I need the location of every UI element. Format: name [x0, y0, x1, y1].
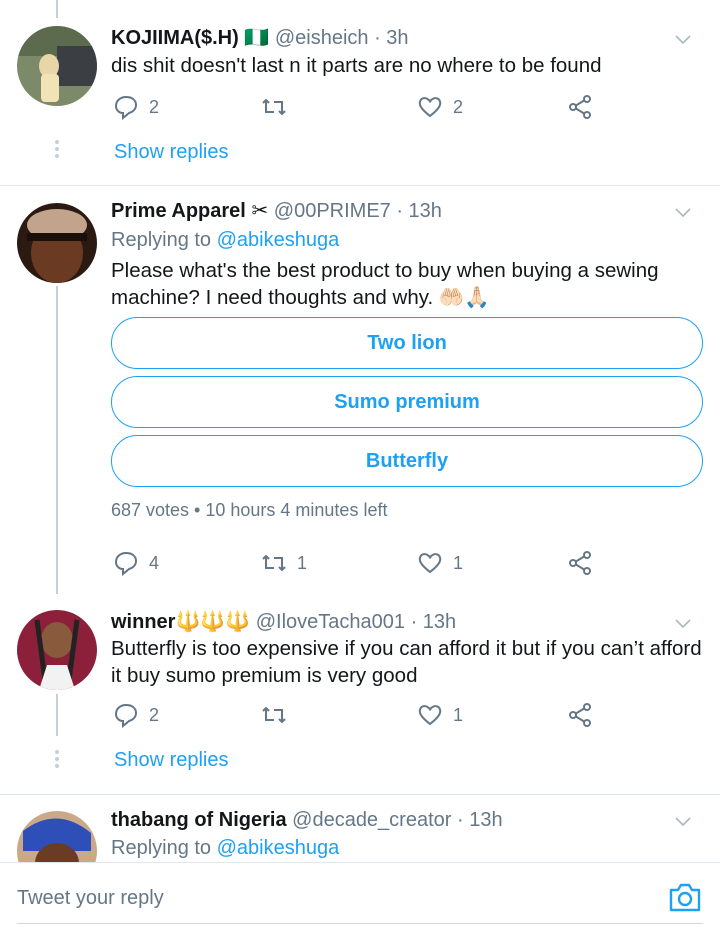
- tweet-time: · 13h: [410, 611, 457, 633]
- scissors-emoji: ✂: [251, 200, 269, 222]
- reply-button[interactable]: 4: [113, 548, 159, 578]
- tweet-time: · 3h: [374, 27, 409, 49]
- thread-line: [56, 0, 58, 18]
- replying-to: Replying to @abikeshuga: [111, 226, 339, 254]
- reply-count: 2: [149, 704, 160, 725]
- author-name[interactable]: thabang of Nigeria: [111, 809, 287, 831]
- input-underline: [17, 923, 703, 924]
- caret-down-icon[interactable]: [674, 812, 692, 830]
- retweet-icon: [262, 706, 286, 724]
- share-icon: [569, 551, 591, 575]
- tweet-actions: 2 1: [111, 700, 611, 730]
- tweet-text: Please what's the best product to buy wh…: [111, 259, 659, 309]
- tweet-2[interactable]: Prime Apparel ✂ @00PRIME7 · 13h Replying…: [0, 186, 720, 594]
- reply-button[interactable]: 2: [113, 92, 159, 122]
- like-count: 1: [453, 704, 464, 725]
- like-button[interactable]: 1: [417, 700, 463, 730]
- reply-button[interactable]: 2: [113, 700, 159, 730]
- poll-option-butterfly[interactable]: Butterfly: [111, 435, 703, 487]
- tweet-header: Prime Apparel ✂ @00PRIME7 · 13h: [111, 197, 442, 225]
- like-button[interactable]: 2: [417, 92, 463, 122]
- like-icon: [418, 553, 442, 574]
- like-icon: [418, 705, 442, 726]
- thread-line: [56, 286, 58, 594]
- like-icon: [418, 97, 442, 118]
- reply-icon: [114, 551, 138, 576]
- thread-dots: [54, 750, 60, 771]
- author-name[interactable]: KOJIIMA($.H): [111, 27, 239, 49]
- thread-line: [56, 694, 58, 736]
- tweet-text: Butterfly is too expensive if you can af…: [111, 637, 702, 687]
- replying-prefix: Replying to: [111, 837, 212, 859]
- flag-emoji: 🇳🇬: [244, 27, 270, 49]
- author-name[interactable]: winner: [111, 611, 175, 633]
- share-icon: [569, 703, 591, 727]
- mention-link[interactable]: @abikeshuga: [217, 837, 340, 859]
- author-handle[interactable]: @eisheich: [275, 27, 369, 49]
- avatar-image: [17, 610, 97, 690]
- reply-icon: [114, 703, 138, 728]
- author-handle[interactable]: @IloveTacha001: [256, 611, 405, 633]
- author-handle[interactable]: @decade_creator: [292, 809, 451, 831]
- caret-down-icon[interactable]: [674, 203, 692, 221]
- poll-meta: 687 votes • 10 hours 4 minutes left: [111, 500, 388, 520]
- retweet-button[interactable]: 1: [261, 548, 307, 578]
- retweet-icon: [262, 98, 286, 116]
- show-replies-link[interactable]: Show replies: [114, 138, 229, 166]
- tweet-header: thabang of Nigeria @decade_creator · 13h: [111, 806, 503, 834]
- share-button[interactable]: [567, 92, 593, 122]
- replying-prefix: Replying to: [111, 229, 212, 251]
- avatar[interactable]: [17, 203, 97, 283]
- tweet-time: · 13h: [396, 200, 442, 222]
- retweet-count: 1: [297, 552, 308, 573]
- avatar-image: [17, 811, 97, 862]
- caret-down-icon[interactable]: [674, 614, 692, 632]
- trident-emoji: 🔱🔱🔱: [175, 611, 251, 633]
- poll-option-two-lion[interactable]: Two lion: [111, 317, 703, 369]
- author-handle[interactable]: @00PRIME7: [274, 200, 391, 222]
- share-button[interactable]: [567, 548, 593, 578]
- retweet-button[interactable]: [261, 92, 297, 122]
- camera-icon[interactable]: [668, 881, 702, 913]
- mention-link[interactable]: @abikeshuga: [217, 229, 340, 251]
- tweet-4[interactable]: thabang of Nigeria @decade_creator · 13h…: [0, 795, 720, 862]
- tweet-actions: 4 1 1: [111, 548, 611, 578]
- avatar[interactable]: [17, 26, 97, 106]
- reply-count: 2: [149, 96, 160, 117]
- tweet-time: · 13h: [457, 809, 503, 831]
- replying-to: Replying to @abikeshuga: [111, 834, 339, 862]
- reply-input[interactable]: [17, 887, 617, 910]
- tweet-actions: 2 2: [111, 92, 611, 122]
- tweet-3[interactable]: winner🔱🔱🔱 @IloveTacha001 · 13h Butterfly…: [0, 594, 720, 794]
- retweet-button[interactable]: [261, 700, 297, 730]
- reply-icon: [114, 95, 138, 120]
- share-button[interactable]: [567, 700, 593, 730]
- retweet-icon: [262, 554, 286, 572]
- tweet-text: dis shit doesn't last n it parts are no …: [111, 54, 602, 77]
- avatar-image: [17, 26, 97, 106]
- caret-down-icon[interactable]: [674, 30, 692, 48]
- avatar[interactable]: [17, 811, 97, 862]
- tweet-header: winner🔱🔱🔱 @IloveTacha001 · 13h: [111, 608, 456, 636]
- like-count: 2: [453, 96, 464, 117]
- avatar-image: [17, 203, 97, 283]
- share-icon: [569, 95, 591, 119]
- author-name[interactable]: Prime Apparel: [111, 200, 246, 222]
- show-replies-link[interactable]: Show replies: [114, 746, 229, 774]
- like-count: 1: [453, 552, 464, 573]
- thread-dots: [54, 140, 60, 161]
- tweet-header: KOJIIMA($.H) 🇳🇬 @eisheich · 3h: [111, 24, 409, 52]
- poll-option-sumo-premium[interactable]: Sumo premium: [111, 376, 703, 428]
- tweet-1[interactable]: KOJIIMA($.H) 🇳🇬 @eisheich · 3h dis shit …: [0, 0, 720, 185]
- like-button[interactable]: 1: [417, 548, 463, 578]
- reply-composer: [0, 862, 720, 934]
- reply-count: 4: [149, 552, 160, 573]
- avatar[interactable]: [17, 610, 97, 690]
